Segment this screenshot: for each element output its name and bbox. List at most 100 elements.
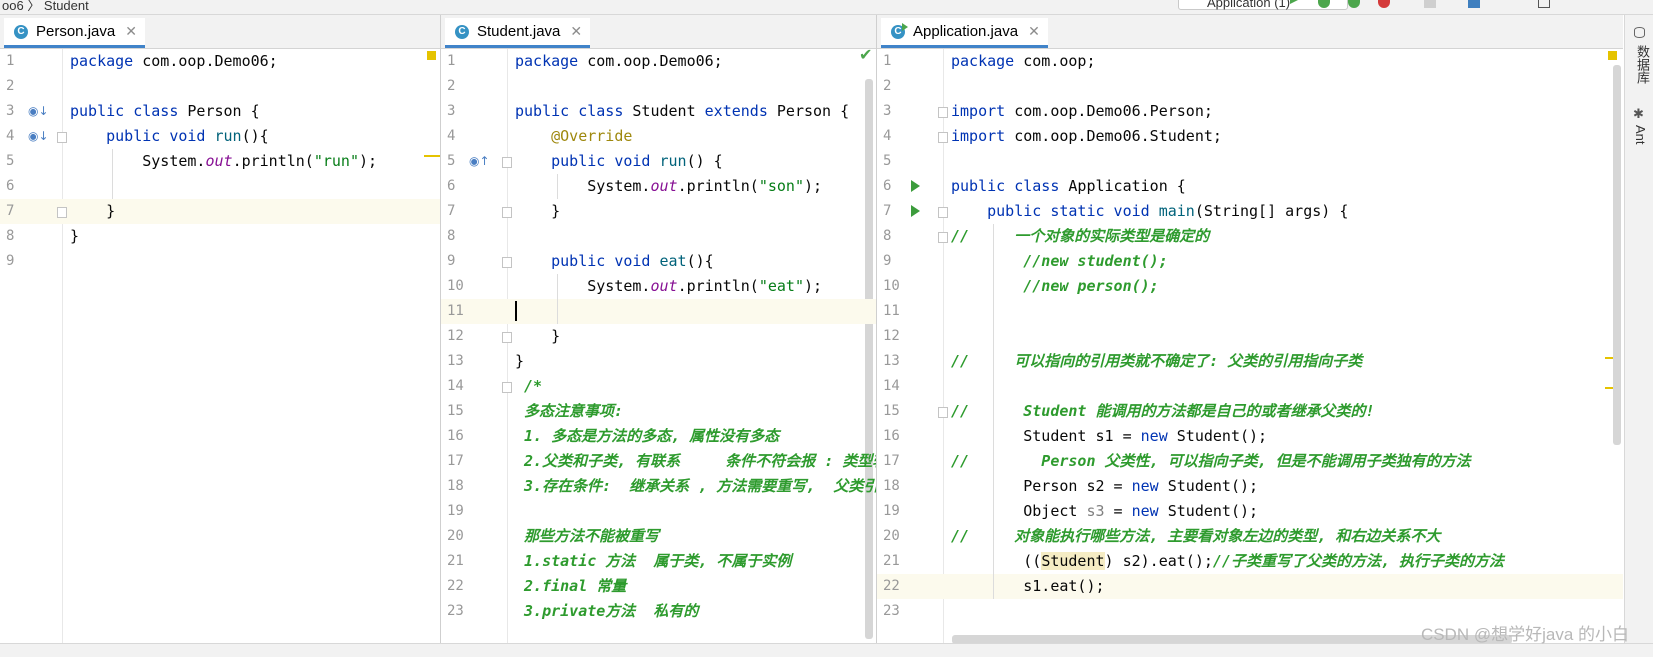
search-everywhere-icon[interactable] — [1538, 0, 1550, 8]
code-line[interactable]: 5 — [877, 149, 1623, 174]
code-line[interactable]: 22 s1.eat(); — [877, 574, 1623, 599]
code-line[interactable]: 19 — [441, 499, 876, 524]
line-number: 1 — [447, 53, 456, 69]
coverage-icon[interactable] — [1348, 0, 1360, 8]
ant-tool-window-button[interactable]: Ant — [1633, 125, 1648, 145]
close-tab-icon[interactable]: ✕ — [570, 23, 582, 40]
code-line[interactable]: 10 //new person(); — [877, 274, 1623, 299]
code-line[interactable]: 17 // Person 父类性, 可以指向子类, 但是不能调用子类独有的方法 — [877, 449, 1623, 474]
code-line[interactable]: 16 Student s1 = new Student(); — [877, 424, 1623, 449]
code-line[interactable]: 16 1. 多态是方法的多态, 属性没有多态 — [441, 424, 876, 449]
code-line[interactable]: 11 — [877, 299, 1623, 324]
code-line[interactable]: 2 — [0, 74, 440, 99]
code-text: // 可以指向的引用类就不确定了: 父类的引用指向子类 — [951, 352, 1363, 370]
fold-marker-icon[interactable] — [938, 407, 948, 418]
code-line[interactable]: 1 package com.oop.Demo06; — [441, 49, 876, 74]
code-line[interactable]: 1 package com.oop.Demo06; — [0, 49, 440, 74]
code-line[interactable]: 6 public class Application { — [877, 174, 1623, 199]
line-number: 3 — [447, 103, 456, 119]
code-line[interactable]: 8 // 一个对象的实际类型是确定的 — [877, 224, 1623, 249]
code-line[interactable]: 1 package com.oop; — [877, 49, 1623, 74]
fold-marker-icon[interactable] — [57, 132, 67, 143]
code-line[interactable]: 15 // Student 能调用的方法都是自己的或者继承父类的! — [877, 399, 1623, 424]
code-line[interactable]: 15 多态注意事项: — [441, 399, 876, 424]
override-icon[interactable]: ◉↑ — [469, 154, 490, 168]
fold-marker-icon[interactable] — [502, 257, 512, 268]
close-tab-icon[interactable]: ✕ — [1028, 23, 1040, 40]
code-line[interactable]: 9 — [0, 249, 440, 274]
code-line[interactable]: 14 — [877, 374, 1623, 399]
overridden-icon[interactable]: ◉↓ — [28, 129, 49, 143]
code-text: } — [70, 202, 116, 220]
code-editor[interactable]: 1 package com.oop.Demo06; 2 3 public class P… — [0, 49, 440, 643]
code-line[interactable]: 7 public static void main(String[] args)… — [877, 199, 1623, 224]
line-number: 20 — [883, 528, 900, 544]
tab-application-java[interactable]: C Application.java ✕ — [881, 18, 1048, 48]
code-text: public class Student extends Person { — [515, 102, 850, 120]
code-line[interactable]: 2 — [877, 74, 1623, 99]
code-line[interactable]: 13 // 可以指向的引用类就不确定了: 父类的引用指向子类 — [877, 349, 1623, 374]
code-text: s1.eat(); — [951, 577, 1105, 595]
code-line[interactable]: 9 //new student(); — [877, 249, 1623, 274]
indent-guide — [112, 149, 113, 199]
tab-student-java[interactable]: C Student.java ✕ — [445, 18, 591, 48]
fold-marker-icon[interactable] — [502, 157, 512, 168]
code-line[interactable]: 11 — [441, 299, 876, 324]
code-line[interactable]: 23 3.private方法 私有的 — [441, 599, 876, 624]
fold-marker-icon[interactable] — [938, 207, 948, 218]
code-line[interactable]: 8 — [441, 224, 876, 249]
code-line[interactable]: 17 2.父类和子类, 有联系 条件不符会报 : 类型转 — [441, 449, 876, 474]
code-line[interactable]: 12 — [877, 324, 1623, 349]
database-icon[interactable] — [1634, 27, 1645, 38]
code-line[interactable]: 10 System.out.println("eat"); — [441, 274, 876, 299]
class-icon: C — [14, 24, 28, 39]
fold-marker-icon[interactable] — [938, 107, 948, 118]
editor-tab-bar: C Application.java ✕ — [877, 15, 1623, 49]
code-line[interactable]: 8} — [0, 224, 440, 249]
main-toolbar: oo6 〉 Student Application (1) — [0, 0, 1653, 15]
fold-marker-icon[interactable] — [502, 207, 512, 218]
code-line[interactable]: 4 @Override — [441, 124, 876, 149]
line-number: 2 — [447, 78, 456, 94]
run-icon[interactable] — [1290, 0, 1298, 4]
code-line[interactable]: 6 System.out.println("son"); — [441, 174, 876, 199]
code-line[interactable]: 18 Person s2 = new Student(); — [877, 474, 1623, 499]
code-line[interactable]: 13} — [441, 349, 876, 374]
code-line[interactable]: 19 Object s3 = new Student(); — [877, 499, 1623, 524]
code-line[interactable]: 3 public class Student extends Person { — [441, 99, 876, 124]
profile-icon[interactable] — [1378, 0, 1390, 8]
code-editor[interactable]: ✔ 1 package com.oop.Demo06; 2 3 public class… — [441, 45, 876, 643]
database-tool-window-button[interactable]: 数据库 — [1633, 45, 1652, 84]
code-line[interactable]: 4 import com.oop.Demo06.Student; — [877, 124, 1623, 149]
run-gutter-icon[interactable] — [911, 180, 920, 192]
fold-marker-icon[interactable] — [938, 232, 948, 243]
close-tab-icon[interactable]: ✕ — [125, 23, 137, 40]
fold-marker-icon[interactable] — [502, 332, 512, 343]
code-editor[interactable]: 1 package com.oop; 2 3 import com.oop.Demo06… — [877, 49, 1623, 643]
code-line[interactable]: 20 那些方法不能被重写 — [441, 524, 876, 549]
project-structure-icon[interactable] — [1468, 0, 1480, 8]
stop-icon[interactable] — [1424, 0, 1436, 8]
code-line[interactable]: 2 — [441, 74, 876, 99]
fold-marker-icon[interactable] — [57, 207, 67, 218]
code-line[interactable]: 3 public class Person { — [0, 99, 440, 124]
runnable-class-icon: C — [891, 22, 908, 39]
code-text: System.out.println("eat"); — [515, 277, 823, 295]
run-gutter-icon[interactable] — [911, 205, 920, 217]
code-line[interactable]: 21 1.static 方法 属于类, 不属于实例 — [441, 549, 876, 574]
navigation-breadcrumb[interactable]: oo6 〉 Student — [2, 0, 89, 14]
code-line[interactable]: 20 // 对象能执行哪些方法, 主要看对象左边的类型, 和右边关系不大 — [877, 524, 1623, 549]
code-line[interactable]: 6 — [0, 174, 440, 199]
code-line[interactable]: 21 ((Student) s2).eat();//子类重写了父类的方法, 执行… — [877, 549, 1623, 574]
code-line[interactable]: 22 2.final 常量 — [441, 574, 876, 599]
tab-person-java[interactable]: C Person.java ✕ — [4, 18, 145, 48]
code-text: 多态注意事项: — [515, 402, 624, 420]
code-line[interactable]: 18 3.存在条件: 继承关系 , 方法需要重写, 父类引 — [441, 474, 876, 499]
implemented-icon[interactable]: ◉↓ — [28, 104, 49, 118]
code-text: } — [515, 202, 561, 220]
fold-marker-icon[interactable] — [938, 132, 948, 143]
ant-icon[interactable]: ✱ — [1633, 107, 1644, 122]
code-line[interactable]: 5 System.out.println("run"); — [0, 149, 440, 174]
fold-marker-icon[interactable] — [502, 382, 512, 393]
code-line[interactable]: 3 import com.oop.Demo06.Person; — [877, 99, 1623, 124]
